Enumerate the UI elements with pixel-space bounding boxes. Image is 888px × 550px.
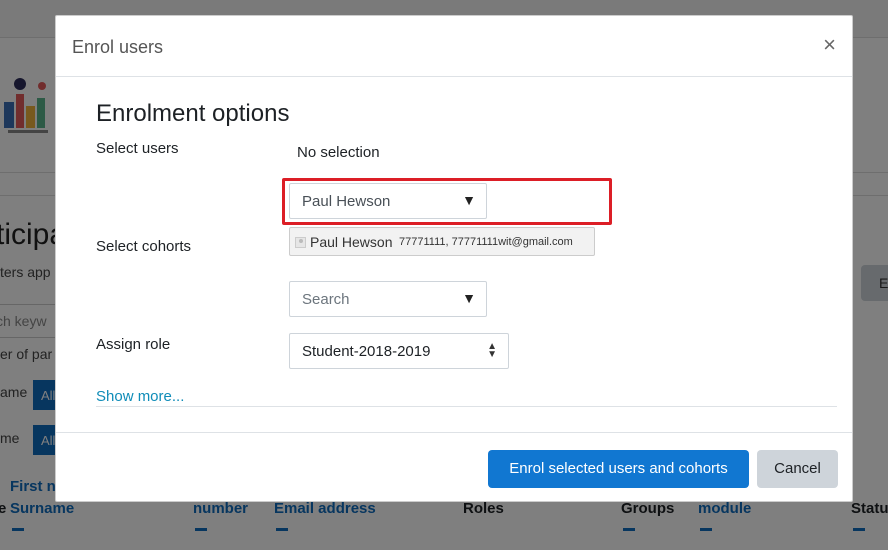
dialog-title: Enrol users bbox=[72, 37, 164, 57]
user-avatar-icon bbox=[295, 237, 306, 248]
close-icon[interactable]: × bbox=[823, 34, 836, 56]
highlight-box bbox=[282, 178, 612, 225]
cohort-search-placeholder: Search bbox=[302, 291, 350, 308]
assign-role-select[interactable]: Student-2018-2019 ▲ ▼ bbox=[289, 333, 509, 369]
section-title: Enrolment options bbox=[96, 100, 290, 127]
select-cohorts-label: Select cohorts bbox=[96, 238, 192, 255]
assign-role-value: Student-2018-2019 bbox=[302, 343, 431, 360]
dialog-header: Enrol users × bbox=[56, 16, 852, 77]
dialog-footer: Enrol selected users and cohorts Cancel bbox=[56, 432, 852, 503]
selected-user-details: 77771111, 77771111wit@gmail.com bbox=[399, 236, 573, 248]
enrol-selected-button[interactable]: Enrol selected users and cohorts bbox=[488, 450, 749, 488]
chevron-down-icon[interactable]: ▼ bbox=[462, 290, 476, 306]
no-selection-text: No selection bbox=[297, 144, 380, 161]
show-more-link[interactable]: Show more... bbox=[96, 388, 184, 405]
selected-user-chip[interactable]: Paul Hewson 77771111, 77771111wit@gmail.… bbox=[289, 227, 595, 256]
selected-user-name: Paul Hewson bbox=[310, 234, 393, 250]
select-updown-icon: ▲ ▼ bbox=[487, 341, 497, 360]
cancel-button[interactable]: Cancel bbox=[757, 450, 838, 488]
assign-role-label: Assign role bbox=[96, 336, 171, 353]
select-users-label: Select users bbox=[96, 140, 179, 157]
cohort-search-dropdown[interactable]: Search ▼ bbox=[289, 281, 487, 317]
enrol-users-dialog: Enrol users × Enrolment options Select u… bbox=[55, 15, 853, 502]
form-divider bbox=[96, 406, 837, 407]
